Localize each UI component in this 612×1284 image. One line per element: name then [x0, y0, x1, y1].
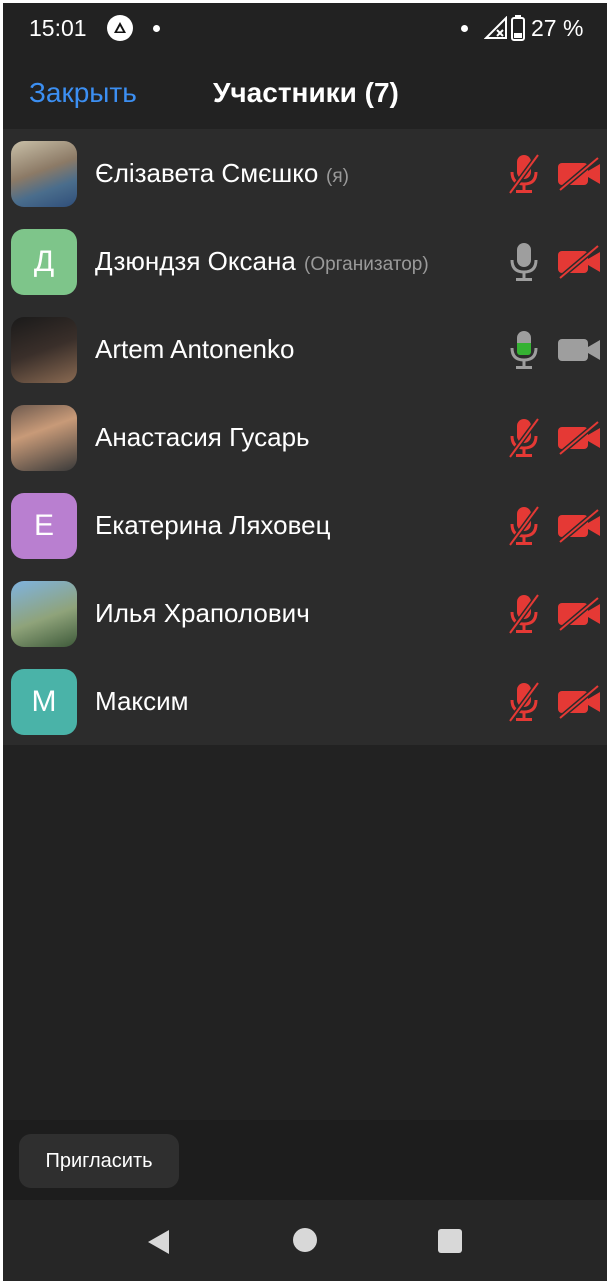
status-bar: 15:01 27 % — [3, 3, 607, 55]
participants-list: Єлізавета Смєшко (я) Д Дзюндзя Оксана (Орган… — [3, 129, 607, 745]
video-off-icon[interactable] — [556, 508, 602, 544]
video-off-icon[interactable] — [556, 420, 602, 456]
participant-name: Илья Храполович — [95, 598, 310, 628]
participant-role: (я) — [326, 166, 349, 187]
header: Закрыть Участники (7) — [3, 55, 607, 129]
video-off-icon[interactable] — [556, 244, 602, 280]
page-title: Участники (7) — [213, 77, 399, 108]
avatar: М — [11, 669, 77, 735]
battery-icon — [511, 15, 525, 41]
participant-row[interactable]: Д Дзюндзя Оксана (Организатор) — [3, 217, 607, 305]
participant-row[interactable]: Илья Храполович — [3, 569, 607, 657]
nav-bar — [3, 1200, 607, 1281]
video-off-icon[interactable] — [556, 684, 602, 720]
app-notification-icon — [107, 15, 133, 41]
video-off-icon[interactable] — [556, 156, 602, 192]
notification-dot — [461, 25, 468, 32]
status-battery: 27 % — [531, 15, 584, 41]
participant-name: Екатерина Ляховец — [95, 510, 331, 540]
notification-dot — [153, 25, 160, 32]
participant-role: (Организатор) — [304, 254, 429, 275]
participant-name: Artem Antonenko — [95, 334, 295, 364]
avatar — [11, 317, 77, 383]
bottom-bar: Пригласить — [3, 1120, 607, 1200]
video-off-icon[interactable] — [556, 596, 602, 632]
signal-icon — [484, 16, 507, 39]
mic-muted-icon[interactable] — [506, 593, 542, 635]
participant-row[interactable]: Анастасия Гусарь — [3, 393, 607, 481]
video-icon[interactable] — [556, 333, 602, 367]
avatar — [11, 141, 77, 207]
back-icon[interactable] — [145, 1228, 173, 1256]
participant-name: Максим — [95, 686, 189, 716]
mic-icon[interactable] — [506, 329, 542, 371]
recents-icon[interactable] — [438, 1229, 462, 1253]
mic-muted-icon[interactable] — [506, 417, 542, 459]
avatar: Е — [11, 493, 77, 559]
participant-row[interactable]: М Максим — [3, 657, 607, 745]
mic-muted-icon[interactable] — [506, 681, 542, 723]
avatar — [11, 581, 77, 647]
status-time: 15:01 — [29, 15, 87, 41]
close-button[interactable]: Закрыть — [29, 77, 137, 109]
participant-name: Анастасия Гусарь — [95, 422, 310, 452]
invite-button[interactable]: Пригласить — [19, 1134, 179, 1188]
screen: 15:01 27 % Закрыть Участники (7) Єлізаве… — [3, 3, 607, 1281]
home-icon[interactable] — [293, 1228, 317, 1252]
participant-row[interactable]: Єлізавета Смєшко (я) — [3, 129, 607, 217]
participant-row[interactable]: Е Екатерина Ляховец — [3, 481, 607, 569]
avatar: Д — [11, 229, 77, 295]
participant-row[interactable]: Artem Antonenko — [3, 305, 607, 393]
avatar — [11, 405, 77, 471]
mic-muted-icon[interactable] — [506, 505, 542, 547]
participant-name: Єлізавета Смєшко — [95, 158, 319, 188]
mic-muted-icon[interactable] — [506, 153, 542, 195]
mic-icon[interactable] — [506, 241, 542, 283]
participant-name: Дзюндзя Оксана — [95, 246, 296, 276]
